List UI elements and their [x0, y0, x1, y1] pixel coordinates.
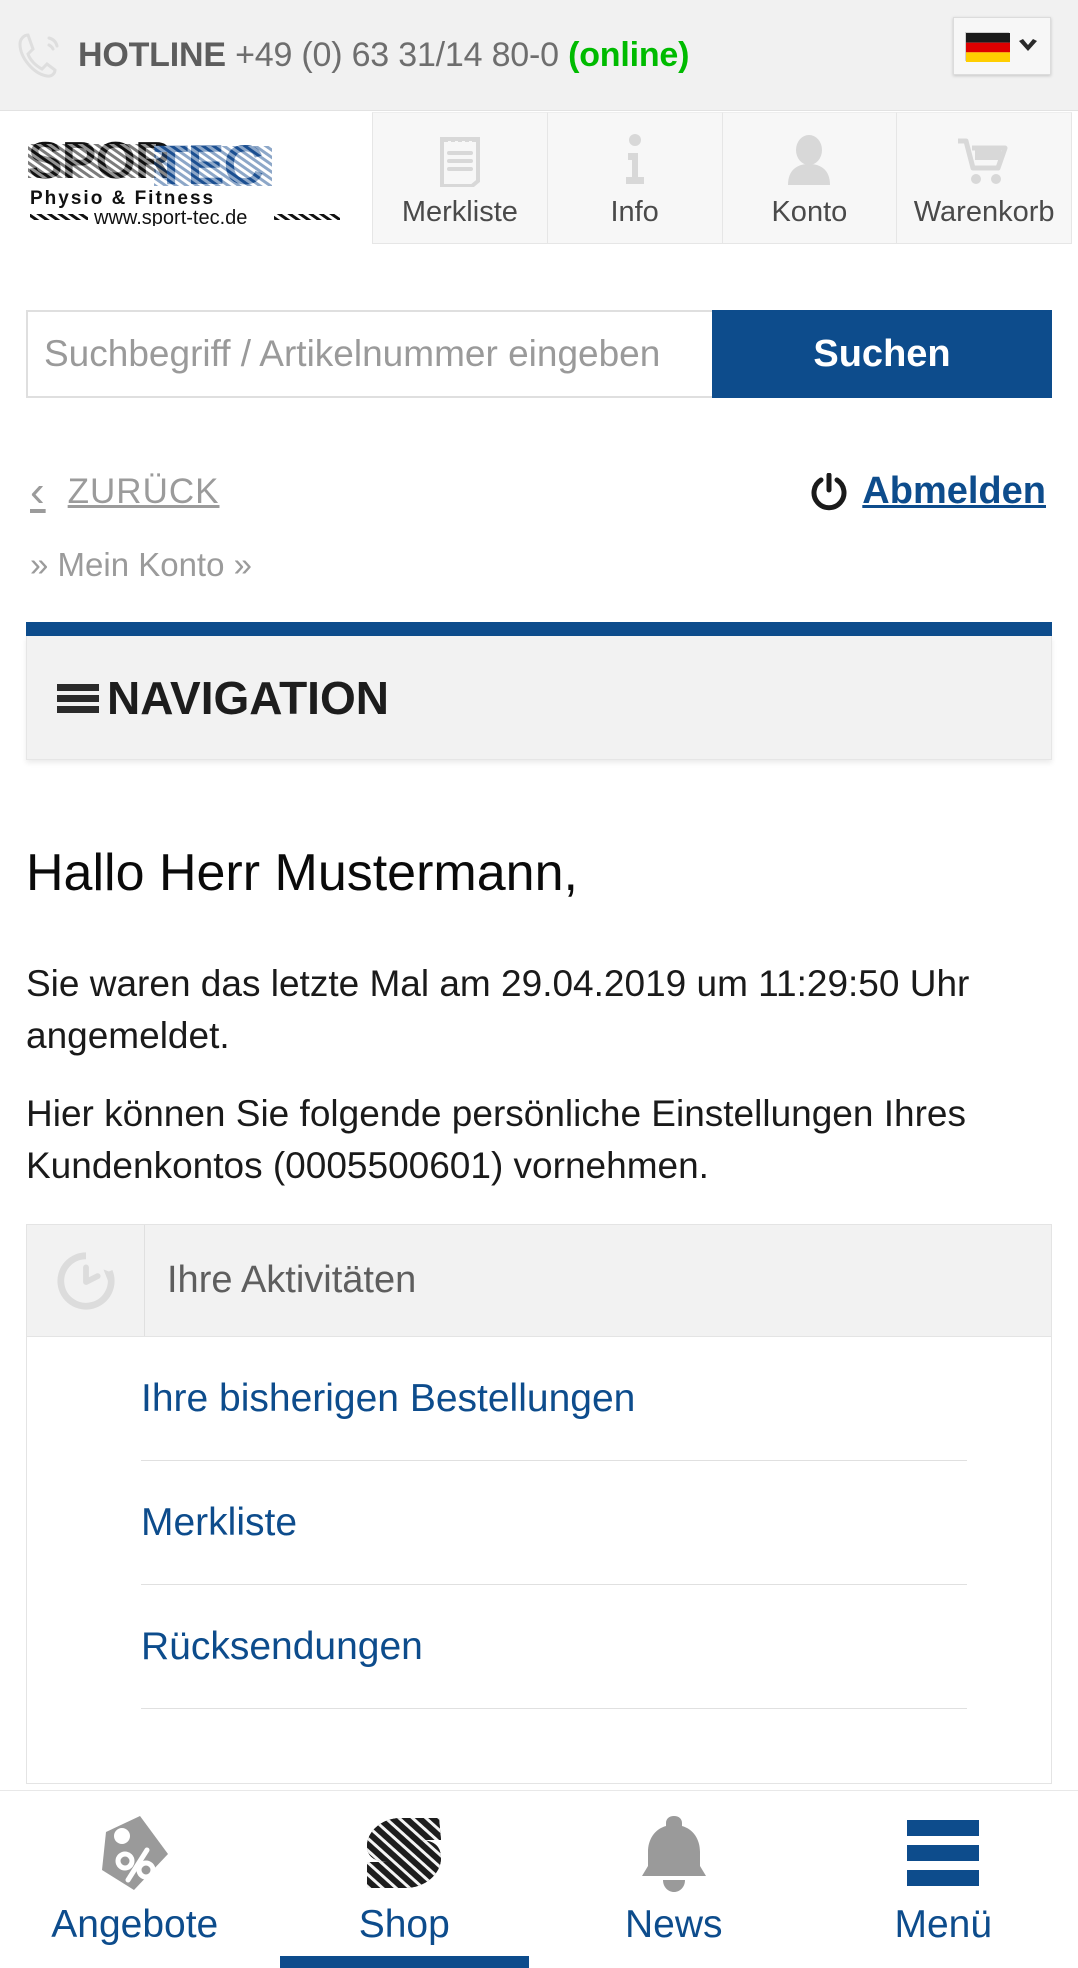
- bell-icon: [632, 1807, 716, 1899]
- activities-link[interactable]: Merkliste: [141, 1501, 297, 1545]
- page-title: Hallo Herr Mustermann,: [26, 844, 578, 902]
- chevron-down-icon: [1017, 38, 1039, 54]
- navigation-label: NAVIGATION: [107, 671, 389, 724]
- svg-text:Physio & Fitness: Physio & Fitness: [30, 188, 215, 209]
- sport-tec-s-logo-icon: [361, 1807, 447, 1899]
- header-nav-warenkorb[interactable]: Warenkorb: [896, 112, 1072, 244]
- tab-label: News: [624, 1902, 723, 1946]
- activities-panel-header: Ihre Aktivitäten: [27, 1225, 1051, 1337]
- brand-row: SPOR TEC Physio & Fitness www.sport-tec.…: [0, 112, 1078, 244]
- info-icon: [618, 131, 652, 189]
- navigation-toggle[interactable]: NAVIGATION: [26, 636, 1052, 760]
- chevron-left-icon: ‹: [30, 467, 46, 516]
- svg-text:www.sport-tec.de: www.sport-tec.de: [93, 207, 247, 226]
- hotline-number: +49 (0) 63 31/14 80-0: [235, 35, 559, 74]
- hotline-bar: HOTLINE +49 (0) 63 31/14 80-0 (online): [0, 0, 1078, 111]
- logout-label: Abmelden: [862, 470, 1046, 512]
- back-link[interactable]: ‹ ZURÜCK: [30, 470, 219, 514]
- header-nav-merkliste[interactable]: Merkliste: [372, 112, 547, 244]
- activities-link[interactable]: Rücksendungen: [141, 1625, 423, 1669]
- language-selector[interactable]: [953, 17, 1051, 75]
- header-nav-label: Konto: [771, 196, 848, 228]
- power-icon: [810, 472, 848, 511]
- german-flag-icon: [965, 31, 1010, 62]
- tab-news[interactable]: News: [539, 1791, 809, 1968]
- logout-link[interactable]: Abmelden: [810, 470, 1046, 513]
- list-item[interactable]: Rücksendungen: [141, 1585, 967, 1709]
- tab-shop[interactable]: Shop: [270, 1791, 540, 1968]
- breadcrumb[interactable]: » Mein Konto »: [30, 546, 252, 584]
- sub-navigation-row: ‹ ZURÜCK Abmelden: [0, 470, 1078, 542]
- back-label: ZURÜCK: [67, 472, 220, 511]
- activities-panel-body: Ihre bisherigen Bestellungen Merkliste R…: [27, 1337, 1051, 1709]
- tab-label: Angebote: [51, 1902, 219, 1946]
- header-icon-nav: Merkliste Info Konto Warenkorb: [372, 112, 1078, 244]
- hamburger-menu-icon: [55, 675, 101, 721]
- tab-label: Shop: [358, 1902, 450, 1946]
- navigation-accent-strip: [26, 622, 1052, 636]
- price-tag-percent-icon: [94, 1807, 176, 1899]
- hamburger-menu-icon: [901, 1807, 985, 1899]
- tab-menu[interactable]: Menü: [809, 1791, 1078, 1968]
- phone-icon: [16, 29, 64, 81]
- header-nav-label: Info: [610, 196, 659, 228]
- page-root: HOTLINE +49 (0) 63 31/14 80-0 (online) P…: [0, 0, 1078, 1968]
- header-nav-konto[interactable]: Konto: [721, 112, 897, 244]
- shopping-cart-icon: [956, 131, 1012, 189]
- header-nav-info[interactable]: Info: [546, 112, 722, 244]
- user-account-icon: [785, 131, 833, 189]
- hotline-label: HOTLINE: [78, 35, 226, 74]
- header-nav-label: Merkliste: [401, 196, 518, 228]
- activities-link[interactable]: Ihre bisherigen Bestellungen: [141, 1377, 635, 1421]
- search-button[interactable]: Suchen: [712, 310, 1052, 398]
- search-bar: Suchen: [26, 310, 1052, 398]
- list-item[interactable]: Ihre bisherigen Bestellungen: [141, 1337, 967, 1461]
- last-login-text: Sie waren das letzte Mal am 29.04.2019 u…: [26, 963, 970, 1056]
- tab-angebote[interactable]: Angebote: [0, 1791, 270, 1968]
- header-nav-label: Warenkorb: [913, 196, 1055, 228]
- hotline-status: (online): [568, 35, 690, 74]
- settings-intro-text: Hier können Sie folgende persönliche Ein…: [26, 1093, 966, 1186]
- search-input[interactable]: [26, 310, 712, 398]
- bottom-tab-bar: Angebote Shop News Menü: [0, 1790, 1078, 1968]
- history-clock-icon: [27, 1225, 145, 1336]
- tab-label: Menü: [894, 1902, 993, 1946]
- hotline-text: HOTLINE +49 (0) 63 31/14 80-0 (online): [78, 36, 689, 75]
- activities-panel: Ihre Aktivitäten Ihre bisherigen Bestell…: [26, 1224, 1052, 1784]
- list-item[interactable]: Merkliste: [141, 1461, 967, 1585]
- activities-panel-title: Ihre Aktivitäten: [167, 1259, 417, 1301]
- site-logo[interactable]: SPOR TEC Physio & Fitness www.sport-tec.…: [0, 112, 372, 244]
- clipboard-list-icon: [438, 131, 482, 189]
